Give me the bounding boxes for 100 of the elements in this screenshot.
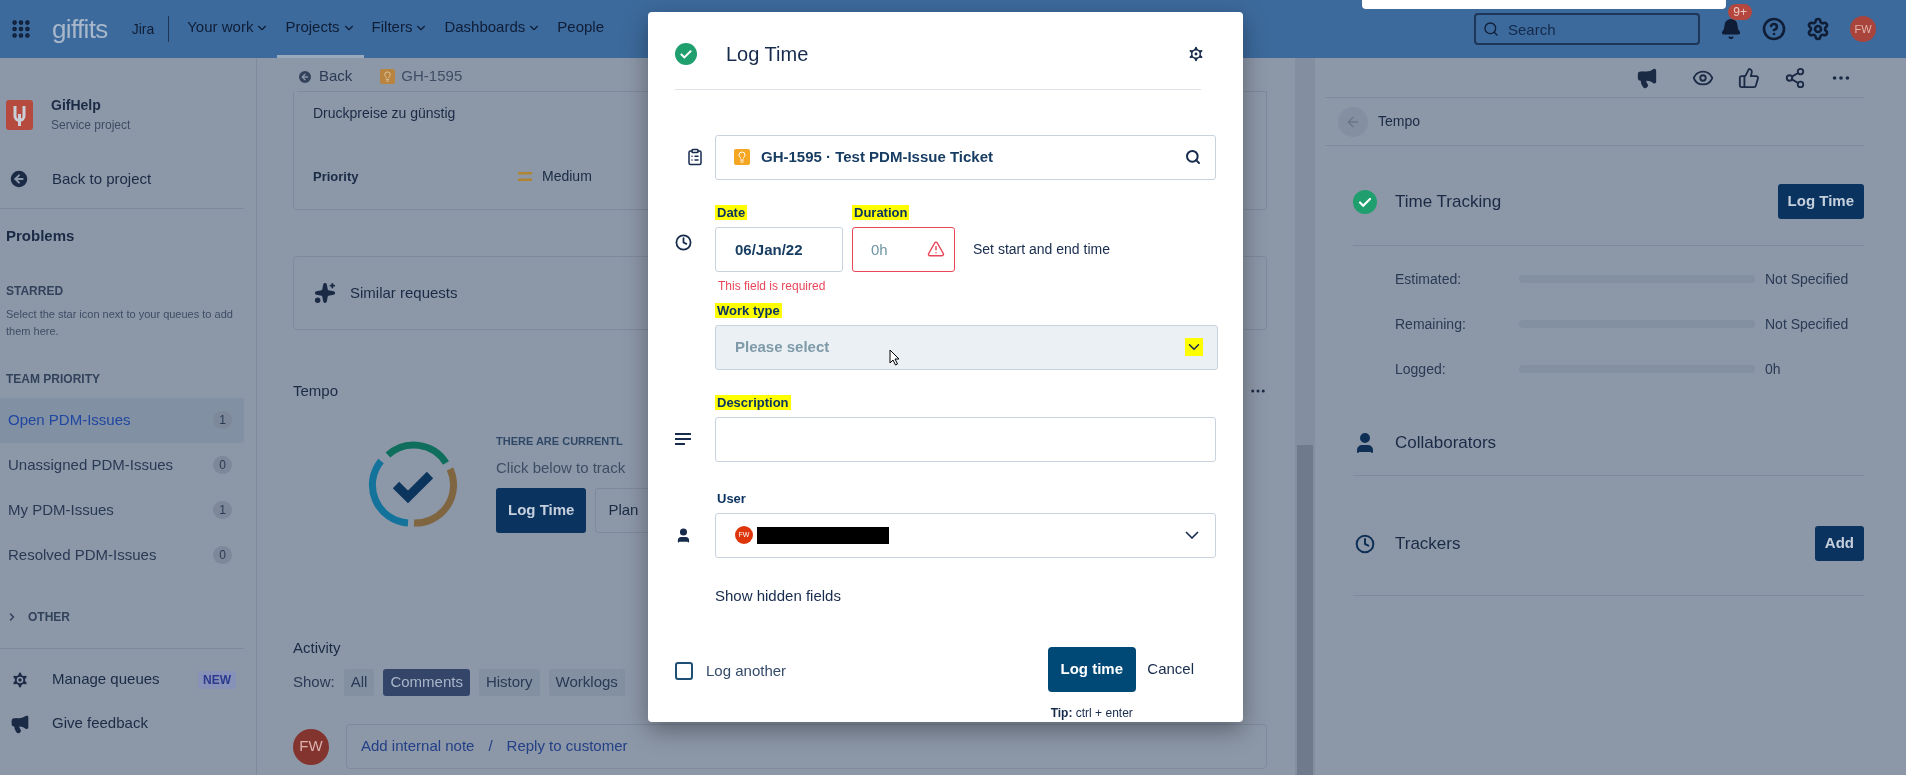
log-time-button[interactable]: Log Time — [1777, 184, 1864, 219]
queue-item[interactable]: My PDM-Issues 1 — [0, 487, 244, 533]
description-label: Description — [715, 394, 791, 410]
product-name[interactable]: Jira — [131, 18, 155, 40]
clock-icon — [675, 233, 692, 251]
tip-text: Tip: ctrl + enter — [1050, 705, 1133, 722]
clock-icon — [1355, 533, 1375, 554]
scrollbar[interactable] — [1295, 58, 1315, 775]
description-icon — [675, 433, 691, 445]
log-another-checkbox[interactable] — [675, 662, 693, 681]
duration-label: Duration — [852, 204, 910, 220]
work-type-select[interactable]: Please select — [715, 324, 1218, 370]
person-icon — [675, 526, 692, 544]
notification-badge: 9+ — [1728, 4, 1752, 20]
help-icon[interactable] — [1762, 17, 1786, 41]
priority-label: Priority — [313, 167, 360, 186]
search-field[interactable]: Search — [1474, 13, 1700, 45]
user-label: User — [716, 490, 747, 506]
nav-menu[interactable]: Your work — [179, 0, 278, 58]
back-link[interactable]: Back — [319, 65, 353, 88]
project-name[interactable]: GifHelp — [51, 95, 131, 116]
section-title: Collaborators — [1395, 431, 1497, 454]
activity-filter[interactable]: Comments — [383, 669, 470, 696]
chevron-icon — [1185, 338, 1203, 356]
sidebar-link[interactable]: Manage queues — [52, 668, 160, 691]
sparkle-icon — [314, 282, 336, 304]
gear-icon — [10, 669, 30, 690]
set-time-link[interactable]: Set start and end time — [973, 226, 1110, 272]
date-field[interactable]: 06/Jan/22 — [715, 226, 843, 272]
check-circle-icon — [1353, 189, 1377, 214]
log-another-label[interactable]: Log another — [706, 660, 787, 683]
queue-count: 1 — [213, 501, 232, 519]
nav-menu[interactable]: Dashboards — [436, 0, 550, 58]
tempo-empty-heading: THERE ARE CURRENTL — [496, 433, 624, 449]
share-icon[interactable] — [1784, 66, 1806, 89]
duration-field[interactable]: 0h — [852, 226, 955, 272]
activity-filter[interactable]: Worklogs — [548, 669, 625, 696]
nav-menu[interactable]: People — [549, 0, 613, 58]
show-hidden-fields-link[interactable]: Show hidden fields — [715, 584, 841, 607]
error-message: This field is required — [718, 277, 827, 295]
back-icon — [297, 68, 313, 85]
megaphone-icon[interactable] — [1636, 66, 1658, 89]
cursor-icon — [889, 348, 900, 366]
tempo-heading: Tempo — [293, 381, 339, 401]
sidebar-link[interactable]: Give feedback — [52, 712, 148, 735]
issue-type-icon — [380, 69, 396, 84]
queue-count: 0 — [213, 546, 232, 564]
add-internal-note-link[interactable]: Add internal note — [361, 735, 475, 758]
issue-key[interactable]: GH-1595 — [401, 65, 463, 88]
section-title: Time Tracking — [1395, 190, 1502, 213]
cancel-button[interactable]: Cancel — [1135, 647, 1206, 692]
tracking-value: Not Specified — [1765, 314, 1849, 334]
queue-item[interactable]: Open PDM-Issues 1 — [0, 397, 244, 443]
user-avatar: FW — [293, 728, 329, 765]
app-switcher-icon[interactable] — [10, 18, 32, 40]
add-button[interactable]: Add — [1814, 526, 1864, 561]
comment-box[interactable]: Add internal note / Reply to customer — [346, 724, 1267, 769]
panel-title: Tempo — [1378, 112, 1421, 131]
issue-summary: Druckpreise zu günstig — [313, 104, 457, 123]
queue-count: 0 — [213, 456, 232, 474]
team-priority-heading: TEAM PRIORITY — [5, 370, 101, 388]
nav-menu[interactable]: Projects — [277, 0, 364, 58]
queue-count: 1 — [213, 411, 232, 429]
search-icon[interactable] — [1185, 149, 1201, 165]
activity-filter[interactable]: History — [478, 669, 540, 696]
new-badge: NEW — [198, 670, 236, 689]
separator: / — [488, 736, 493, 757]
activity-filter[interactable]: All — [343, 669, 375, 696]
back-to-project-link[interactable]: Back to project — [52, 167, 152, 191]
tracking-value: Not Specified — [1765, 269, 1849, 289]
reply-to-customer-link[interactable]: Reply to customer — [506, 735, 628, 758]
queue-item[interactable]: Resolved PDM-Issues 0 — [0, 532, 244, 578]
show-label: Show: — [293, 672, 335, 693]
project-type: Service project — [51, 117, 131, 134]
tempo-empty-text: Click below to track — [496, 458, 627, 478]
dialog-title: Log Time — [726, 42, 809, 68]
activity-heading: Activity — [293, 637, 342, 658]
queue-item[interactable]: Unassigned PDM-Issues 0 — [0, 442, 244, 488]
logo[interactable]: giffits — [52, 9, 108, 49]
issue-field[interactable]: GH-1595 · Test PDM-Issue Ticket — [715, 134, 1216, 180]
issue-value: GH-1595 · Test PDM-Issue Ticket — [761, 146, 994, 167]
back-icon — [8, 168, 30, 190]
priority-medium-icon — [518, 172, 532, 181]
other-heading[interactable]: OTHER — [28, 607, 70, 626]
section-title: Trackers — [1395, 532, 1461, 555]
tempo-button[interactable]: Log Time — [496, 487, 587, 533]
log-time-button[interactable]: Log time — [1047, 647, 1136, 692]
starred-heading: STARRED — [5, 282, 65, 300]
work-type-placeholder: Please select — [735, 336, 830, 357]
priority-value: Medium — [542, 167, 592, 186]
megaphone-icon — [10, 713, 30, 734]
tracking-value: 0h — [1765, 359, 1781, 379]
tracking-label: Logged: — [1395, 359, 1447, 379]
description-field[interactable] — [714, 416, 1216, 462]
tracking-label: Estimated: — [1395, 269, 1463, 289]
check-circle-icon — [675, 43, 697, 66]
notifications-icon[interactable] — [1720, 18, 1742, 40]
nav-menu[interactable]: Filters — [363, 0, 437, 58]
tracking-label: Remaining: — [1395, 314, 1467, 334]
thumbs-up-icon[interactable] — [1738, 66, 1760, 89]
